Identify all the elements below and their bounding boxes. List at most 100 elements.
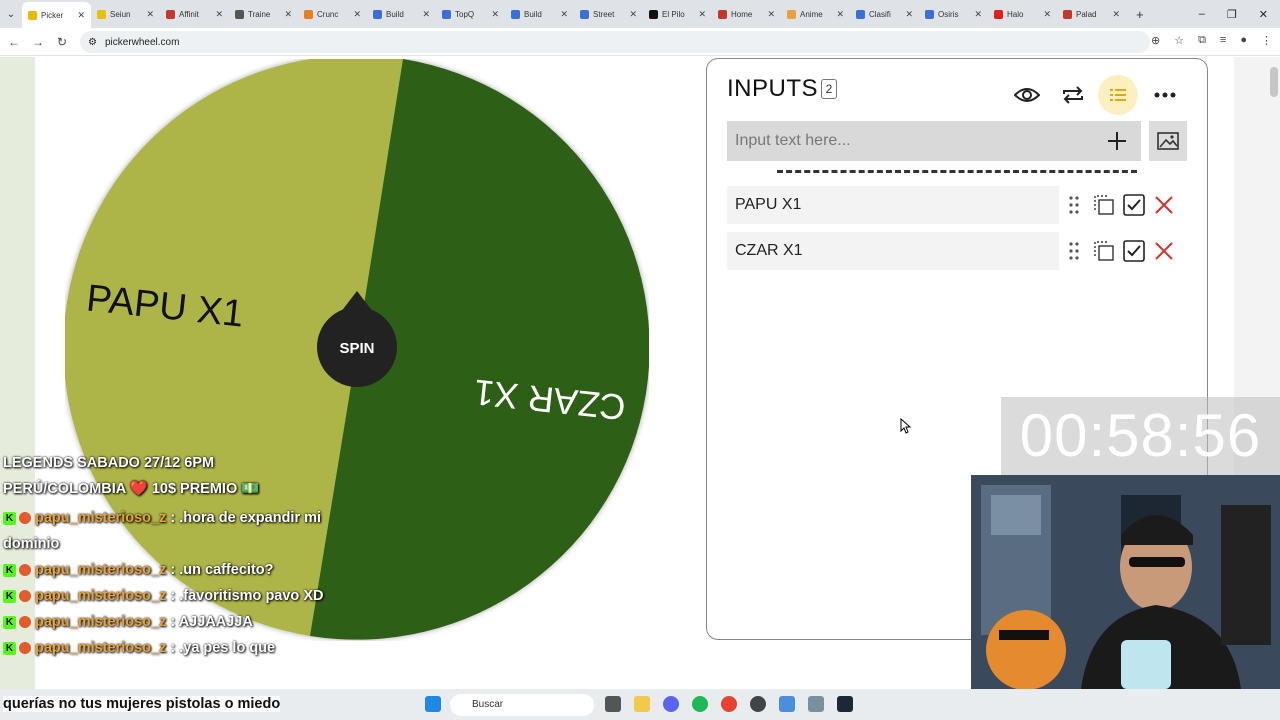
tab-strip: ⌄ Picker ✕ Seiun ✕ Affinit ✕ Traine ✕ Crunc ✕ Buil…	[0, 0, 1280, 28]
forward-icon[interactable]: →	[26, 35, 50, 49]
entry-input[interactable]	[735, 132, 1095, 150]
tab-close-icon[interactable]: ✕	[629, 9, 637, 20]
chat-message: Kpapu_misterioso_z : .favoritismo pavo X…	[3, 583, 343, 609]
zoom-icon[interactable]: ⊕	[1151, 34, 1160, 47]
browser-tab[interactable]: Street ✕	[574, 3, 643, 25]
browser-tab[interactable]: Halo ✕	[988, 3, 1057, 25]
drag-handle-icon[interactable]	[1062, 239, 1086, 263]
tab-close-icon[interactable]: ✕	[422, 9, 430, 20]
stream-timer: 00:58:56	[1001, 397, 1280, 475]
taskbar-search[interactable]: Buscar	[450, 694, 594, 716]
chat-username: papu_misterioso_z	[35, 562, 167, 578]
tab-close-icon[interactable]: ✕	[974, 9, 982, 20]
tab-close-icon[interactable]: ✕	[905, 9, 913, 20]
tab-label: Osiris	[938, 9, 959, 19]
chat-text: : AJJAAJJA	[170, 614, 253, 630]
chat-text: : .ya pes lo que	[170, 640, 276, 656]
tab-close-icon[interactable]: ✕	[284, 9, 292, 20]
duplicate-icon[interactable]	[1092, 193, 1116, 217]
spotify-icon[interactable]	[692, 696, 708, 712]
scrollbar[interactable]	[1270, 67, 1278, 97]
window-controls: – ❐ ✕	[1199, 0, 1280, 28]
tab-search-icon[interactable]: ⌄	[0, 9, 22, 20]
tab-label: El Pilo	[662, 9, 685, 19]
maximize-icon[interactable]: ❐	[1227, 8, 1237, 21]
browser-tab[interactable]: El Pilo ✕	[643, 3, 712, 25]
browser-tab[interactable]: Osiris ✕	[919, 3, 988, 25]
more-options-icon[interactable]	[1145, 75, 1185, 115]
task-view-icon[interactable]	[605, 696, 621, 712]
tab-label: Anime	[800, 9, 823, 19]
shuffle-icon[interactable]	[1053, 75, 1093, 115]
eye-icon[interactable]	[1007, 75, 1047, 115]
chat-username: papu_misterioso_z	[35, 614, 167, 630]
chat-text: : .favoritismo pavo XD	[170, 588, 324, 604]
media-icon[interactable]: ≡	[1220, 34, 1226, 47]
site-info-icon[interactable]: ⚙	[88, 37, 97, 48]
checkbox-icon[interactable]	[1122, 193, 1146, 217]
steam-icon[interactable]	[837, 696, 853, 712]
app-icon[interactable]	[779, 696, 795, 712]
browser-tab[interactable]: Seiun ✕	[91, 3, 160, 25]
tab-close-icon[interactable]: ✕	[491, 9, 499, 20]
browser-tab[interactable]: TopQ ✕	[436, 3, 505, 25]
checkbox-icon[interactable]	[1122, 239, 1146, 263]
tab-favicon-icon	[649, 9, 658, 19]
url-bar[interactable]: ⚙ pickerwheel.com	[80, 31, 1150, 53]
divider	[777, 170, 1137, 173]
add-image-button[interactable]	[1149, 121, 1187, 161]
extensions-icon[interactable]: ⧉	[1198, 34, 1206, 47]
webcam-feed	[971, 475, 1280, 689]
file-explorer-icon[interactable]	[634, 696, 650, 712]
bookmark-star-icon[interactable]: ☆	[1174, 34, 1184, 47]
start-menu-icon[interactable]	[425, 696, 441, 712]
back-icon[interactable]: ←	[2, 35, 26, 49]
app-icon[interactable]	[808, 696, 824, 712]
tab-close-icon[interactable]: ✕	[698, 9, 706, 20]
reload-icon[interactable]: ↻	[50, 35, 74, 49]
browser-tab[interactable]: Affinit ✕	[160, 3, 229, 25]
tab-close-icon[interactable]: ✕	[353, 9, 361, 20]
tab-label: TopQ	[455, 9, 475, 19]
browser-tab[interactable]: Clasifi ✕	[850, 3, 919, 25]
add-entry-icon[interactable]	[1105, 129, 1129, 153]
browser-tab[interactable]: Picker ✕	[22, 2, 91, 28]
close-window-icon[interactable]: ✕	[1259, 8, 1268, 21]
tab-close-icon[interactable]: ✕	[1043, 9, 1051, 20]
kick-badge-icon: K	[3, 511, 16, 525]
kick-badge-icon: K	[3, 563, 16, 577]
tab-label: Build	[386, 9, 404, 19]
delete-icon[interactable]	[1152, 193, 1176, 217]
browser-tab[interactable]: Anime ✕	[781, 3, 850, 25]
tab-close-icon[interactable]: ✕	[560, 9, 568, 20]
minimize-icon[interactable]: –	[1199, 8, 1205, 20]
list-view-icon[interactable]	[1098, 75, 1138, 115]
duplicate-icon[interactable]	[1092, 239, 1116, 263]
tab-close-icon[interactable]: ✕	[1112, 9, 1120, 20]
tab-close-icon[interactable]: ✕	[215, 9, 223, 20]
delete-icon[interactable]	[1152, 239, 1176, 263]
user-badge-icon	[19, 512, 31, 525]
profile-avatar[interactable]: ●	[1240, 34, 1247, 47]
mouse-cursor-icon	[900, 418, 912, 434]
tab-close-icon[interactable]: ✕	[146, 9, 154, 20]
browser-tab[interactable]: Palad ✕	[1057, 3, 1126, 25]
browser-menu-icon[interactable]: ⋮	[1261, 34, 1272, 47]
tab-favicon-icon	[580, 9, 589, 19]
tab-close-icon[interactable]: ✕	[767, 9, 775, 20]
browser-tab[interactable]: Home ✕	[712, 3, 781, 25]
browser-tab[interactable]: Crunc ✕	[298, 3, 367, 25]
tab-favicon-icon	[373, 9, 382, 19]
obs-icon[interactable]	[750, 696, 766, 712]
new-tab-button[interactable]: +	[1136, 7, 1144, 22]
browser-tab[interactable]: Traine ✕	[229, 3, 298, 25]
entry-item[interactable]: PAPU X1	[727, 186, 1059, 224]
tab-close-icon[interactable]: ✕	[77, 10, 85, 21]
drag-handle-icon[interactable]	[1062, 193, 1086, 217]
entry-item[interactable]: CZAR X1	[727, 232, 1059, 270]
discord-icon[interactable]	[663, 696, 679, 712]
chrome-icon[interactable]	[721, 696, 737, 712]
browser-tab[interactable]: Build ✕	[505, 3, 574, 25]
browser-tab[interactable]: Build ✕	[367, 3, 436, 25]
tab-close-icon[interactable]: ✕	[836, 9, 844, 20]
